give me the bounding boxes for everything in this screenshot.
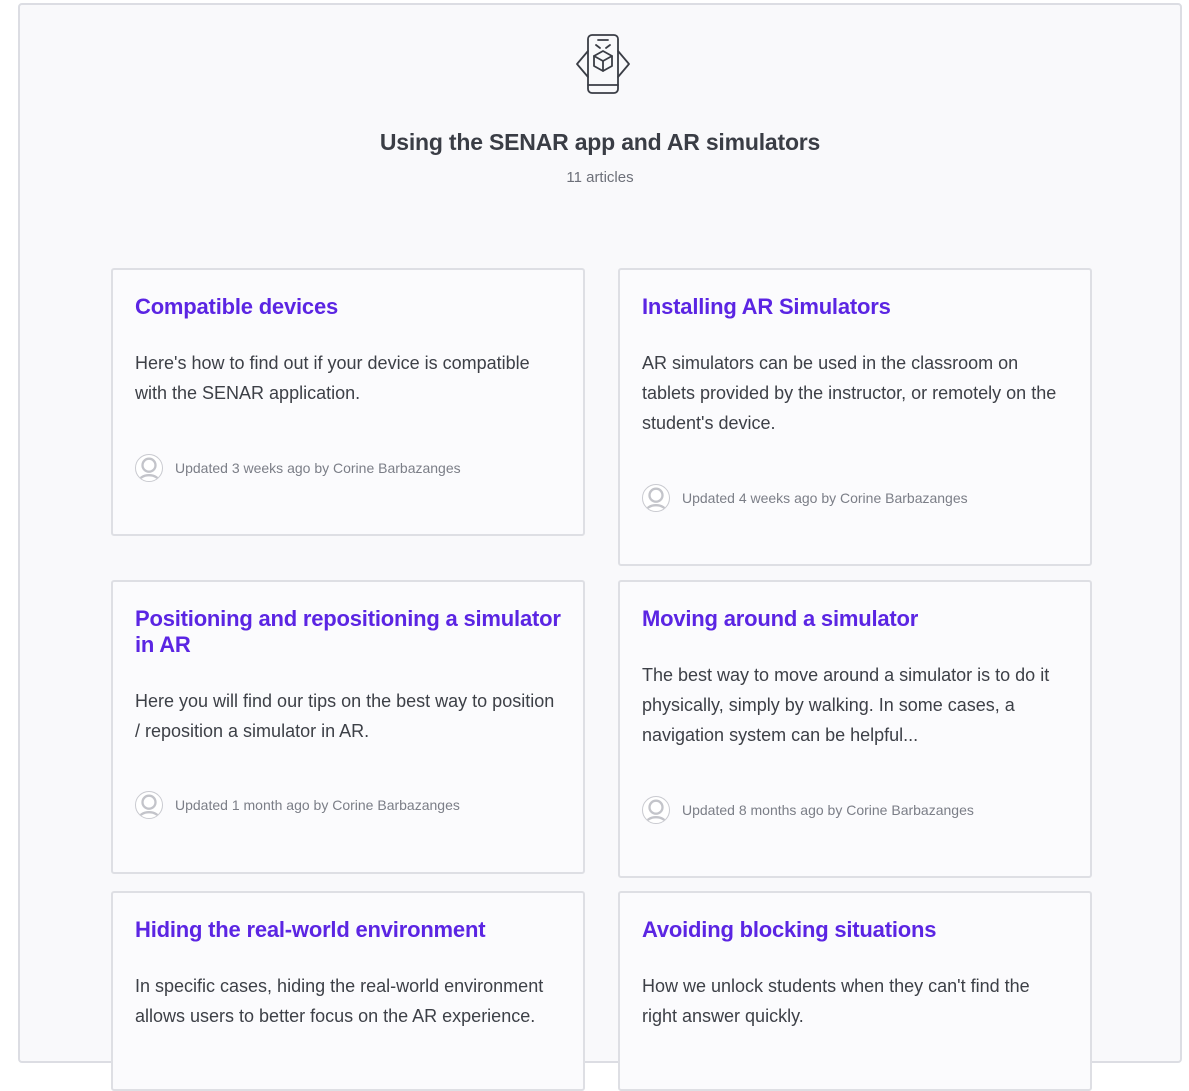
article-meta: Updated 4 weeks ago by Corine Barbazange… bbox=[642, 484, 968, 512]
article-card[interactable]: Compatible devices Here's how to find ou… bbox=[111, 268, 585, 536]
article-description: How we unlock students when they can't f… bbox=[642, 976, 1030, 1026]
article-meta: Updated 3 weeks ago by Corine Barbazange… bbox=[135, 454, 461, 482]
article-description: Here you will find our tips on the best … bbox=[135, 691, 555, 741]
author-avatar-icon bbox=[642, 796, 670, 824]
article-description: In specific cases, hiding the real-world… bbox=[135, 976, 544, 1026]
article-card[interactable]: Positioning and repositioning a simulato… bbox=[111, 580, 585, 874]
article-card[interactable]: Installing AR Simulators AR simulators c… bbox=[618, 268, 1092, 566]
article-count: 11 articles bbox=[566, 169, 634, 186]
article-title-link[interactable]: Moving around a simulator bbox=[642, 606, 1068, 632]
author-avatar-icon bbox=[135, 454, 163, 482]
article-description: The best way to move around a simulator … bbox=[642, 665, 1050, 745]
article-description: AR simulators can be used in the classro… bbox=[642, 353, 1057, 433]
article-title-link[interactable]: Installing AR Simulators bbox=[642, 294, 1068, 320]
article-description: Here's how to find out if your device is… bbox=[135, 353, 530, 403]
article-meta: Updated 1 month ago by Corine Barbazange… bbox=[135, 791, 460, 819]
article-title-link[interactable]: Positioning and repositioning a simulato… bbox=[135, 606, 561, 658]
article-updated-text: Updated 3 weeks ago by Corine Barbazange… bbox=[175, 460, 461, 476]
article-card[interactable]: Hiding the real-world environment In spe… bbox=[111, 891, 585, 1091]
article-title-link[interactable]: Avoiding blocking situations bbox=[642, 917, 1068, 943]
article-updated-text: Updated 4 weeks ago by Corine Barbazange… bbox=[682, 490, 968, 506]
category-panel: Using the SENAR app and AR simulators 11… bbox=[18, 3, 1182, 1091]
ar-phone-cube-icon bbox=[576, 34, 630, 94]
article-title-link[interactable]: Hiding the real-world environment bbox=[135, 917, 561, 943]
author-avatar-icon bbox=[642, 484, 670, 512]
article-title-link[interactable]: Compatible devices bbox=[135, 294, 561, 320]
author-avatar-icon bbox=[135, 791, 163, 819]
article-updated-text: Updated 1 month ago by Corine Barbazange… bbox=[175, 797, 460, 813]
article-card[interactable]: Moving around a simulator The best way t… bbox=[618, 580, 1092, 878]
article-meta: Updated 8 months ago by Corine Barbazang… bbox=[642, 796, 974, 824]
article-card[interactable]: Avoiding blocking situations How we unlo… bbox=[618, 891, 1092, 1091]
article-updated-text: Updated 8 months ago by Corine Barbazang… bbox=[682, 802, 974, 818]
category-title: Using the SENAR app and AR simulators bbox=[379, 129, 821, 155]
